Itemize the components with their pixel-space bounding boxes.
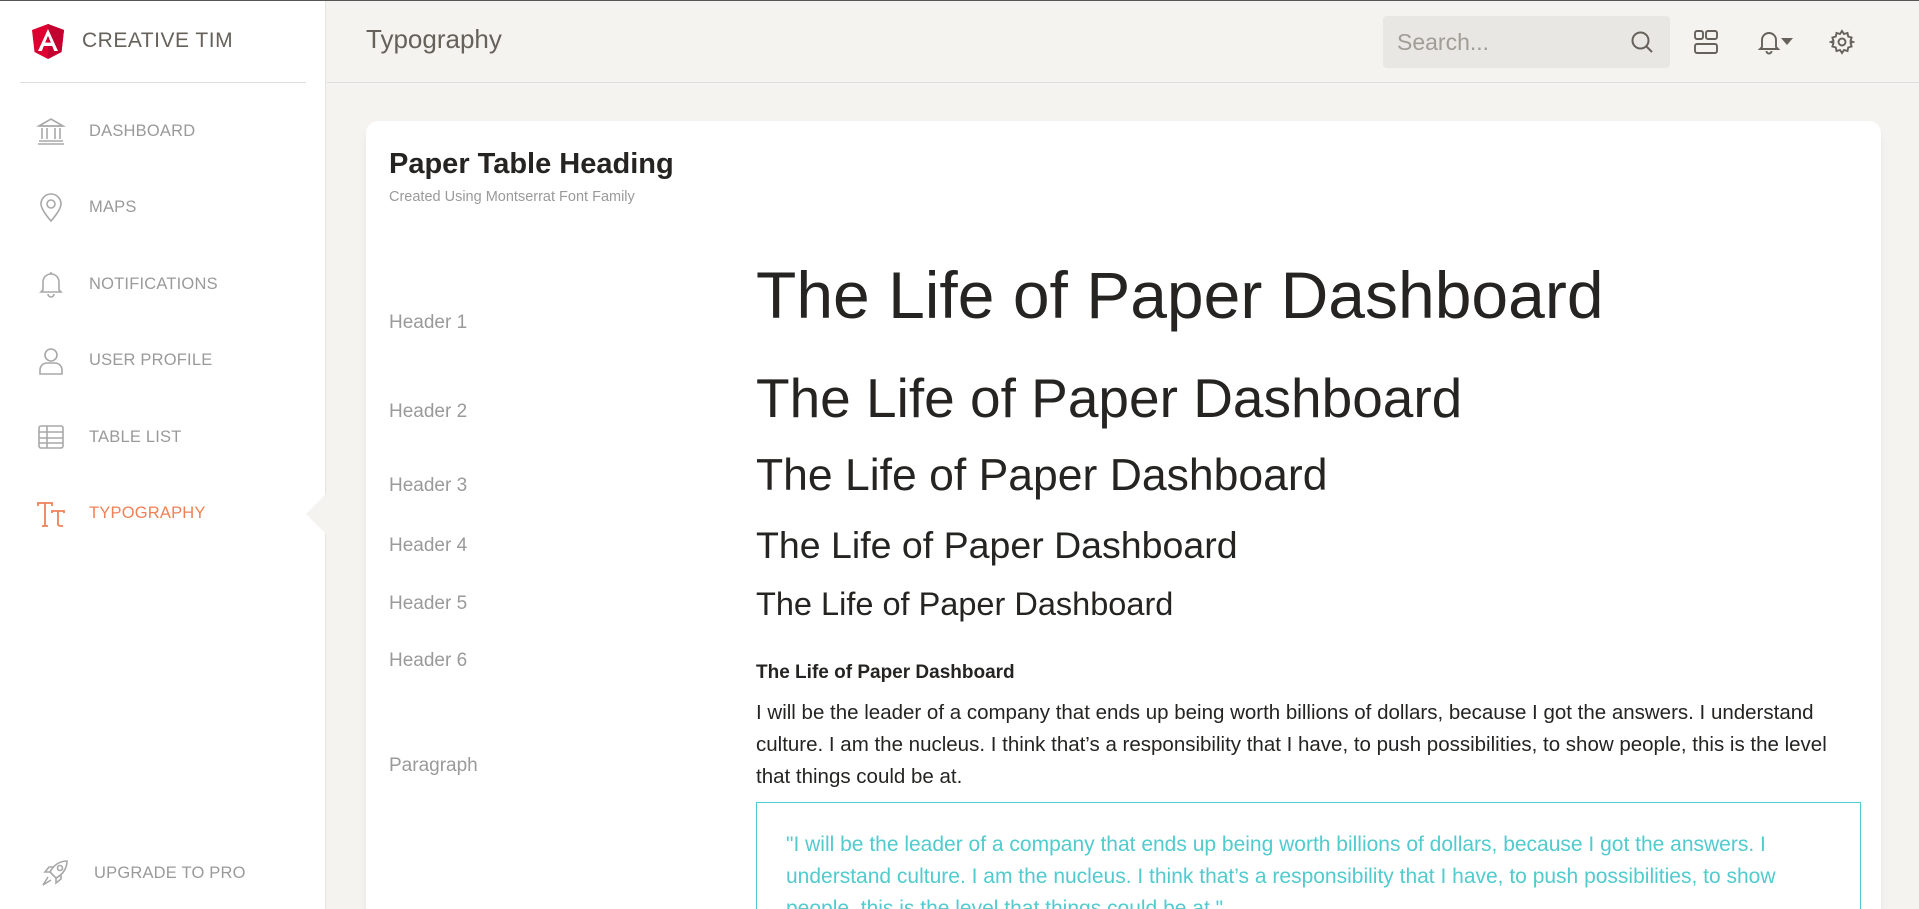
header-1-sample: The Life of Paper Dashboard	[756, 258, 1604, 332]
typography-card: Paper Table Heading Created Using Montse…	[366, 121, 1881, 909]
brand[interactable]: CREATIVE TIM	[20, 0, 306, 83]
header-2-sample: The Life of Paper Dashboard	[756, 367, 1463, 429]
sidebar-item-label: TYPOGRAPHY	[89, 504, 206, 523]
angular-logo	[32, 24, 64, 59]
rocket-icon	[40, 858, 70, 888]
upgrade-label: UPGRADE TO PRO	[94, 863, 246, 882]
sidebar-item-label: NOTIFICATIONS	[89, 274, 218, 293]
typography-icon	[36, 499, 66, 529]
page-title: Typography	[366, 24, 502, 54]
row-label-header-1: Header 1	[389, 312, 468, 333]
sidebar-item-maps[interactable]: MAPS	[0, 170, 326, 247]
bell-icon	[36, 269, 66, 299]
table-icon	[36, 422, 66, 452]
sidebar-item-dashboard[interactable]: DASHBOARD	[0, 93, 326, 170]
card-title: Paper Table Heading	[389, 148, 674, 180]
header-3-sample: The Life of Paper Dashboard	[756, 451, 1328, 500]
card-subtitle: Created Using Montserrat Font Family	[389, 189, 635, 205]
upgrade-to-pro-button[interactable]: UPGRADE TO PRO	[0, 835, 326, 909]
row-label-header-2: Header 2	[389, 401, 468, 422]
search-input[interactable]	[1383, 16, 1613, 68]
row-label-paragraph: Paragraph	[389, 755, 478, 776]
sidebar-nav: DASHBOARD MAPS NOTIFICATIONS USER PROFIL…	[0, 93, 326, 552]
search-icon[interactable]	[1630, 30, 1654, 54]
sidebar-item-table-list[interactable]: TABLE LIST	[0, 399, 326, 476]
gear-icon[interactable]	[1825, 25, 1859, 59]
window-top-border	[0, 0, 1919, 1]
search-box[interactable]	[1383, 16, 1670, 68]
blockquote-sample: "I will be the leader of a company that …	[756, 802, 1861, 909]
row-label-header-5: Header 5	[389, 593, 468, 614]
header-6-sample: The Life of Paper Dashboard	[756, 662, 1015, 683]
sidebar-item-typography[interactable]: TYPOGRAPHY	[0, 476, 326, 553]
row-label-header-3: Header 3	[389, 475, 468, 496]
bank-icon	[36, 116, 66, 146]
header-5-sample: The Life of Paper Dashboard	[756, 586, 1174, 622]
sidebar-item-label: DASHBOARD	[89, 121, 196, 140]
sidebar-item-label: MAPS	[89, 198, 137, 217]
map-pin-icon	[36, 192, 66, 223]
row-label-header-6: Header 6	[389, 650, 468, 671]
dashboard-icon[interactable]	[1689, 25, 1723, 59]
sidebar-item-label: USER PROFILE	[89, 351, 213, 370]
sidebar-item-label: TABLE LIST	[89, 427, 182, 446]
user-icon	[36, 346, 66, 376]
bell-icon	[1757, 29, 1781, 55]
row-label-header-4: Header 4	[389, 535, 468, 556]
paragraph-sample: I will be the leader of a company that e…	[756, 701, 1827, 788]
notifications-dropdown[interactable]	[1752, 25, 1798, 59]
header-4-sample: The Life of Paper Dashboard	[756, 524, 1238, 566]
sidebar-item-notifications[interactable]: NOTIFICATIONS	[0, 246, 326, 323]
brand-name: CREATIVE TIM	[82, 29, 234, 52]
sidebar-item-user-profile[interactable]: USER PROFILE	[0, 323, 326, 400]
caret-down-icon	[1781, 38, 1793, 46]
sidebar: CREATIVE TIM DASHBOARD MAPS NOTIFICATION…	[0, 0, 326, 909]
top-navbar: Typography	[327, 0, 1919, 83]
active-indicator	[306, 493, 326, 534]
